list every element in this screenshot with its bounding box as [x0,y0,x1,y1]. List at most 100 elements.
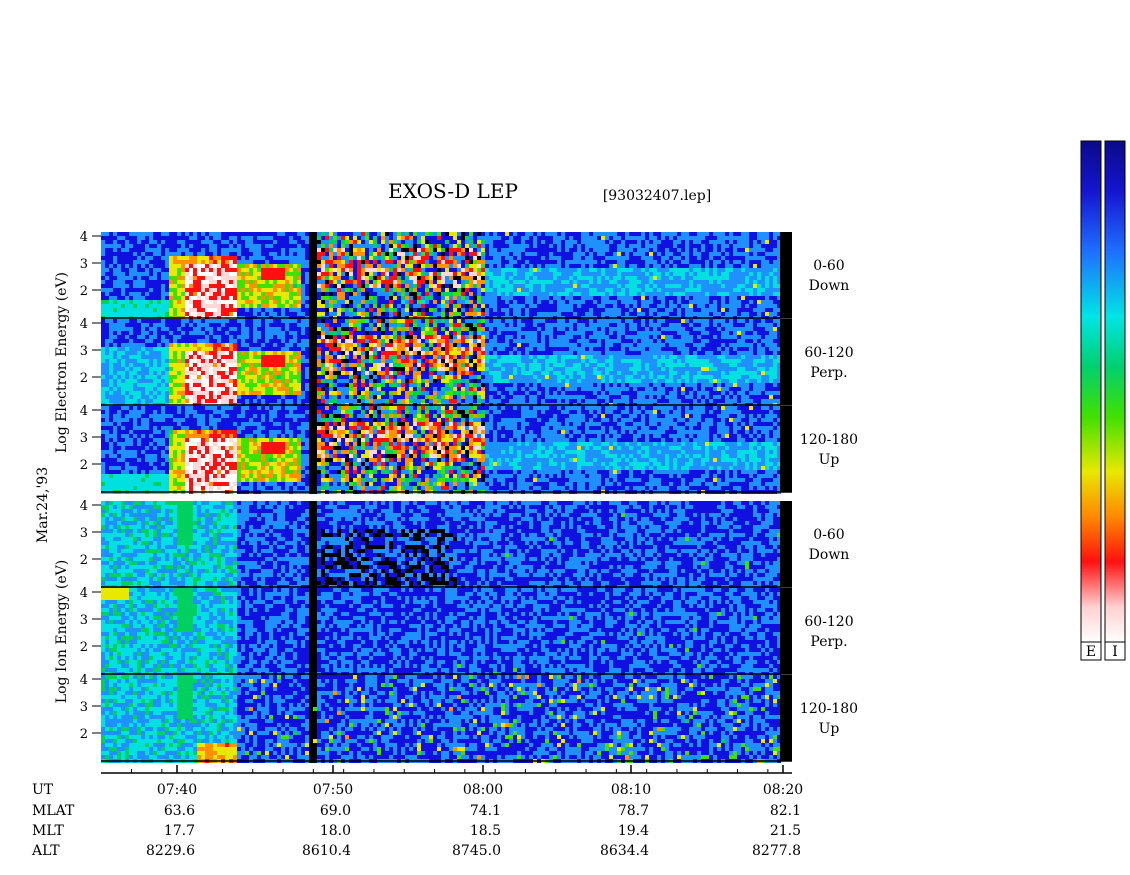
heatmap-cell [169,300,173,304]
heatmap-cell [281,264,285,268]
heatmap-cell [149,256,153,260]
heatmap-cell [265,323,269,327]
heatmap-cell [361,256,365,260]
heatmap-cell [169,232,173,236]
heatmap-cell [637,256,641,260]
heatmap-cell [285,232,289,236]
heatmap-cell [417,264,421,268]
heatmap-cell [189,260,193,264]
heatmap-cell [249,292,253,296]
heatmap-cell [157,371,161,375]
heatmap-cell [533,276,537,280]
heatmap-cell [545,232,549,236]
heatmap-cell [325,244,329,248]
heatmap-cell [313,379,317,383]
heatmap-cell [133,256,137,260]
heatmap-cell [389,268,393,272]
heatmap-cell [405,264,409,268]
heatmap-cell [105,399,109,403]
heatmap-cell [253,244,257,248]
heatmap-cell [721,240,725,244]
heatmap-cell [145,308,149,312]
heatmap-cell [429,232,433,236]
heatmap-cell [213,284,217,288]
heatmap-cell [337,312,341,316]
heatmap-cell [725,296,729,300]
heatmap-cell [489,300,493,304]
heatmap-cell [261,391,265,395]
heatmap-cell [245,276,249,280]
heatmap-cell [165,391,169,395]
heatmap-cell [153,284,157,288]
heatmap-cell [229,395,233,399]
heatmap-cell [605,312,609,316]
heatmap-cell [189,387,193,391]
heatmap-cell [289,264,293,268]
heatmap-cell [329,304,333,308]
heatmap-cell [477,260,481,264]
heatmap-cell [121,240,125,244]
heatmap-cell [517,244,521,248]
heatmap-cell [697,292,701,296]
heatmap-cell [465,280,469,284]
heatmap-cell [321,347,325,351]
heatmap-cell [225,395,229,399]
heatmap-cell [545,236,549,240]
heatmap-cell [553,260,557,264]
heatmap-cell [693,276,697,280]
heatmap-cell [145,280,149,284]
heatmap-cell [589,288,593,292]
heatmap-cell [645,304,649,308]
heatmap-cell [105,319,109,323]
heatmap-cell [137,343,141,347]
heatmap-cell [561,312,565,316]
heatmap-cell [693,272,697,276]
heatmap-cell [609,232,613,236]
heatmap-cell [613,264,617,268]
heatmap-cell [513,276,517,280]
heatmap-cell [721,236,725,240]
heatmap-cell [177,276,181,280]
heatmap-cell [401,252,405,256]
heatmap-cell [353,276,357,280]
heatmap-cell [721,304,725,308]
heatmap-cell [133,359,137,363]
heatmap-cell [237,308,241,312]
heatmap-cell [237,339,241,343]
heatmap-cell [153,339,157,343]
heatmap-cell [545,272,549,276]
heatmap-cell [561,272,565,276]
heatmap-cell [241,252,245,256]
heatmap-cell [289,399,293,403]
heatmap-cell [257,248,261,252]
heatmap-cell [253,359,257,363]
heatmap-cell [189,252,193,256]
heatmap-cell [473,292,477,296]
heatmap-cell [697,308,701,312]
heatmap-cell [385,264,389,268]
heatmap-cell [193,339,197,343]
heatmap-cell [377,268,381,272]
heatmap-cell [505,292,509,296]
heatmap-cell [621,256,625,260]
heatmap-cell [741,236,745,240]
heatmap-cell [561,240,565,244]
heatmap-cell [105,367,109,371]
heatmap-cell [169,268,173,272]
heatmap-cell [293,244,297,248]
heatmap-cell [161,319,165,323]
heatmap-cell [129,387,133,391]
heatmap-cell [249,375,253,379]
heatmap-cell [161,296,165,300]
heatmap-cell [261,363,265,367]
heatmap-cell [417,308,421,312]
heatmap-cell [517,248,521,252]
heatmap-cell [537,312,541,316]
heatmap-cell [693,244,697,248]
heatmap-cell [213,319,217,323]
heatmap-cell [541,292,545,296]
heatmap-cell [221,272,225,276]
heatmap-cell [185,355,189,359]
heatmap-cell [225,335,229,339]
heatmap-cell [701,252,705,256]
